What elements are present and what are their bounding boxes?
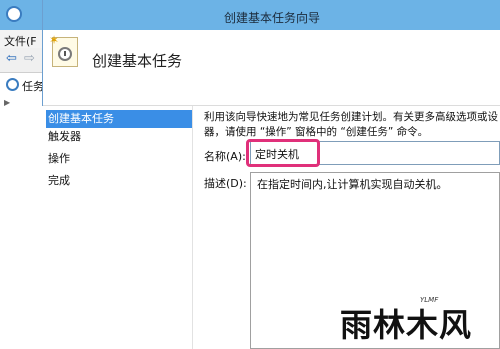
menu-file[interactable]: 文件(F <box>4 33 37 49</box>
description-line-1: 利用该向导快速地为常见任务创建计划。有关更多高级选项或设 <box>204 111 498 123</box>
back-arrow-icon[interactable]: ⇦ <box>6 52 20 66</box>
scheduler-clock-icon <box>6 78 19 91</box>
tree-root-label[interactable]: 任务 <box>22 78 44 94</box>
page-heading: 创建基本任务 <box>92 52 183 70</box>
description-field-value: 在指定时间内,让计算机实现自动关机。 <box>257 178 448 191</box>
step-action[interactable]: 操作 <box>46 150 192 168</box>
description-line-2: 器，请使用 “操作” 窗格中的 “创建任务” 命令。 <box>204 126 429 138</box>
dialog-titlebar: 创建基本任务向导 <box>43 0 500 30</box>
forward-arrow-icon[interactable]: ⇨ <box>24 52 38 66</box>
step-finish[interactable]: 完成 <box>46 172 192 190</box>
step-trigger[interactable]: 触发器 <box>46 128 192 146</box>
step-create-basic-task[interactable]: 创建基本任务 <box>46 110 192 128</box>
wizard-description: 利用该向导快速地为常见任务创建计划。有关更多高级选项或设 器，请使用 “操作” … <box>204 110 500 140</box>
task-wizard-icon: ✶ <box>49 33 78 67</box>
expand-caret-icon[interactable]: ▶ <box>4 98 10 107</box>
description-label: 描述(D): <box>204 177 247 190</box>
navigation-tree <box>0 73 43 349</box>
name-label: 名称(A): <box>204 150 246 163</box>
wizard-steps: 创建基本任务 触发器 操作 完成 <box>42 106 193 349</box>
dialog-title: 创建基本任务向导 <box>223 11 320 25</box>
clock-icon <box>6 6 22 22</box>
name-highlight-box <box>246 139 320 167</box>
sparkle-icon: ✶ <box>49 33 60 47</box>
watermark-logo: 雨林木风 <box>340 306 473 344</box>
watermark-sub: YLMF <box>420 296 439 304</box>
